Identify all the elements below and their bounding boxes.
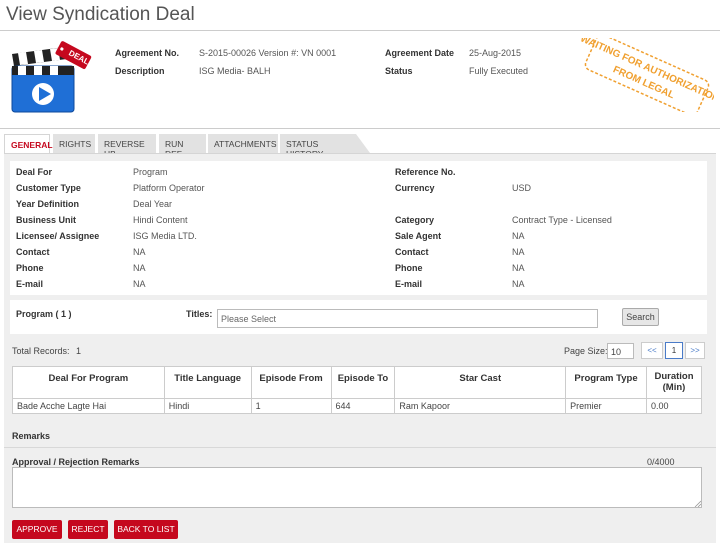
resize-handle-icon[interactable] [694, 500, 701, 507]
stamp-line-1: WAITING FOR AUTHORIZATION [580, 38, 714, 105]
back-to-list-button[interactable]: BACK TO LIST [114, 520, 178, 539]
title-divider [0, 30, 720, 31]
licensee-value: ISG Media LTD. [133, 231, 197, 241]
right-contact-value: NA [512, 247, 525, 257]
table-header-row: Deal For Program Title Language Episode … [12, 366, 703, 399]
tab-reverse-hb[interactable]: REVERSE HB [98, 134, 156, 159]
approve-button[interactable]: APPROVE [12, 520, 62, 539]
search-button[interactable]: Search [622, 308, 659, 326]
year-definition-label: Year Definition [16, 199, 80, 209]
titles-label: Titles: [186, 309, 213, 319]
agreement-date-value: 25-Aug-2015 [469, 48, 522, 58]
phone-label: Phone [16, 263, 44, 273]
cell-duration: 0.00 [645, 398, 703, 414]
col-duration: Duration (Min) [645, 366, 703, 399]
sale-agent-label: Sale Agent [395, 231, 442, 241]
col-star-cast: Star Cast [394, 366, 567, 399]
cell-episode-to: 644 [330, 398, 396, 414]
general-info-panel [10, 161, 707, 295]
approval-remarks-label: Approval / Rejection Remarks [12, 457, 140, 467]
pager-prev[interactable]: << [641, 342, 663, 359]
year-definition-value: Deal Year [133, 199, 173, 209]
col-deal-for-program: Deal For Program [12, 366, 165, 399]
page-title: View Syndication Deal [6, 4, 195, 25]
col-program-type: Program Type [565, 366, 647, 399]
cell-star-cast: Ram Kapoor [394, 398, 567, 414]
tab-attachments[interactable]: ATTACHMENTS [208, 134, 278, 153]
cell-deal-for-program: Bade Acche Lagte Hai [12, 398, 165, 414]
cell-program-type: Premier [565, 398, 647, 414]
right-email-value: NA [512, 279, 525, 289]
reject-button[interactable]: REJECT [68, 520, 108, 539]
right-phone-label: Phone [395, 263, 423, 273]
waiting-authorization-stamp: WAITING FOR AUTHORIZATION FROM LEGAL [580, 38, 714, 112]
remarks-label: Remarks [12, 431, 51, 441]
status-value: Fully Executed [469, 66, 529, 76]
program-count-label: Program ( 1 ) [16, 309, 72, 319]
remarks-divider [4, 447, 716, 448]
total-records-label: Total Records: [12, 346, 70, 356]
page-size-label: Page Size: [564, 346, 608, 356]
description-value: ISG Media- BALH [199, 66, 271, 76]
deal-for-value: Program [133, 167, 168, 177]
tab-tail [356, 134, 370, 153]
category-label: Category [395, 215, 435, 225]
cell-title-language: Hindi [163, 398, 252, 414]
pager-current-page[interactable]: 1 [665, 342, 683, 359]
email-value: NA [133, 279, 146, 289]
col-episode-from: Episode From [250, 366, 332, 399]
agreement-date-label: Agreement Date [385, 48, 455, 58]
pager-next[interactable]: >> [685, 342, 705, 359]
phone-value: NA [133, 263, 146, 273]
business-unit-value: Hindi Content [133, 215, 188, 225]
reference-no-label: Reference No. [395, 167, 456, 177]
col-title-language: Title Language [163, 366, 252, 399]
status-label: Status [385, 66, 413, 76]
program-table: Deal For Program Title Language Episode … [12, 366, 703, 414]
tab-general[interactable]: GENERAL [4, 134, 53, 153]
tab-run-def[interactable]: RUN DEF [159, 134, 206, 159]
table-row: Bade Acche Lagte Hai Hindi 1 644 Ram Kap… [12, 398, 703, 414]
page-size-input[interactable]: 10 [607, 343, 634, 359]
contact-value: NA [133, 247, 146, 257]
right-contact-label: Contact [395, 247, 429, 257]
film-clapper-play-icon [11, 41, 92, 113]
cell-episode-from: 1 [250, 398, 332, 414]
agreement-no-label: Agreement No. [115, 48, 180, 58]
col-episode-to: Episode To [330, 366, 396, 399]
tab-rights[interactable]: RIGHTS [53, 134, 95, 153]
customer-type-label: Customer Type [16, 183, 81, 193]
deal-for-label: Deal For [16, 167, 53, 177]
right-phone-value: NA [512, 263, 525, 273]
titles-select[interactable]: Please Select [217, 309, 598, 328]
contact-label: Contact [16, 247, 50, 257]
currency-value: USD [512, 183, 532, 193]
licensee-label: Licensee/ Assignee [16, 231, 100, 241]
tab-status-history[interactable]: STATUS HISTORY [280, 134, 356, 159]
category-value: Contract Type - Licensed [512, 215, 612, 225]
sale-agent-value: NA [512, 231, 525, 241]
business-unit-label: Business Unit [16, 215, 77, 225]
customer-type-value: Platform Operator [133, 183, 205, 193]
remarks-char-counter: 0/4000 [647, 457, 675, 467]
approval-remarks-textarea[interactable] [12, 467, 702, 508]
agreement-no-value: S-2015-00026 Version #: VN 0001 [199, 48, 337, 58]
total-records-value: 1 [76, 346, 82, 356]
email-label: E-mail [16, 279, 44, 289]
right-email-label: E-mail [395, 279, 423, 289]
currency-label: Currency [395, 183, 435, 193]
description-label: Description [115, 66, 165, 76]
